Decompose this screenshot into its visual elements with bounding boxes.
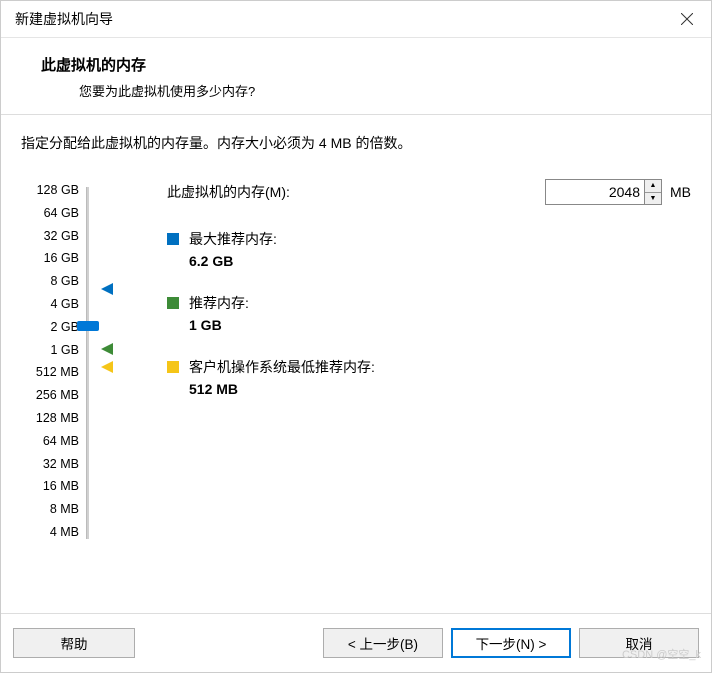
scale-tick: 128 MB xyxy=(21,407,79,430)
scale-tick: 512 MB xyxy=(21,361,79,384)
recommended-value: 1 GB xyxy=(189,317,249,333)
scale-tick: 64 GB xyxy=(21,202,79,225)
page-title: 此虚拟机的内存 xyxy=(41,54,681,75)
scale-tick: 4 MB xyxy=(21,521,79,544)
max-recommended-value: 6.2 GB xyxy=(189,253,277,269)
cancel-button[interactable]: 取消 xyxy=(579,628,699,658)
window-title: 新建虚拟机向导 xyxy=(15,9,113,29)
memory-unit: MB xyxy=(670,184,691,200)
recommended-marker-icon xyxy=(167,297,179,309)
instruction-text: 指定分配给此虚拟机的内存量。内存大小必须为 4 MB 的倍数。 xyxy=(21,133,691,153)
memory-input[interactable] xyxy=(545,179,645,205)
scale-tick: 2 GB xyxy=(21,316,79,339)
scale-tick: 4 GB xyxy=(21,293,79,316)
scale-tick: 32 GB xyxy=(21,225,79,248)
max-marker-icon xyxy=(167,233,179,245)
slider-thumb[interactable] xyxy=(77,321,99,331)
min-recommended-label: 客户机操作系统最低推荐内存: xyxy=(189,357,375,377)
scale-tick: 16 MB xyxy=(21,475,79,498)
min-marker-icon xyxy=(167,361,179,373)
memory-scale-labels: 128 GB64 GB32 GB16 GB8 GB4 GB2 GB1 GB512… xyxy=(21,179,79,544)
page-subtitle: 您要为此虚拟机使用多少内存? xyxy=(79,81,681,100)
help-button[interactable]: 帮助 xyxy=(13,628,135,658)
min-pointer-icon xyxy=(101,361,115,376)
recommended-label: 推荐内存: xyxy=(189,293,249,313)
scale-tick: 64 MB xyxy=(21,430,79,453)
scale-tick: 32 MB xyxy=(21,453,79,476)
close-button[interactable] xyxy=(677,9,697,29)
scale-tick: 8 MB xyxy=(21,498,79,521)
min-recommended-value: 512 MB xyxy=(189,381,375,397)
scale-tick: 1 GB xyxy=(21,339,79,362)
scale-tick: 8 GB xyxy=(21,270,79,293)
max-recommended-label: 最大推荐内存: xyxy=(189,229,277,249)
scale-tick: 128 GB xyxy=(21,179,79,202)
memory-input-label: 此虚拟机的内存(M): xyxy=(167,182,545,202)
scale-tick: 16 GB xyxy=(21,247,79,270)
memory-step-up[interactable]: ▲ xyxy=(645,180,661,193)
memory-step-down[interactable]: ▼ xyxy=(645,193,661,205)
max-pointer-icon xyxy=(101,283,115,298)
back-button[interactable]: < 上一步(B) xyxy=(323,628,443,658)
recommended-pointer-icon xyxy=(101,343,115,358)
memory-slider[interactable] xyxy=(83,187,107,539)
next-button[interactable]: 下一步(N) > xyxy=(451,628,571,658)
scale-tick: 256 MB xyxy=(21,384,79,407)
